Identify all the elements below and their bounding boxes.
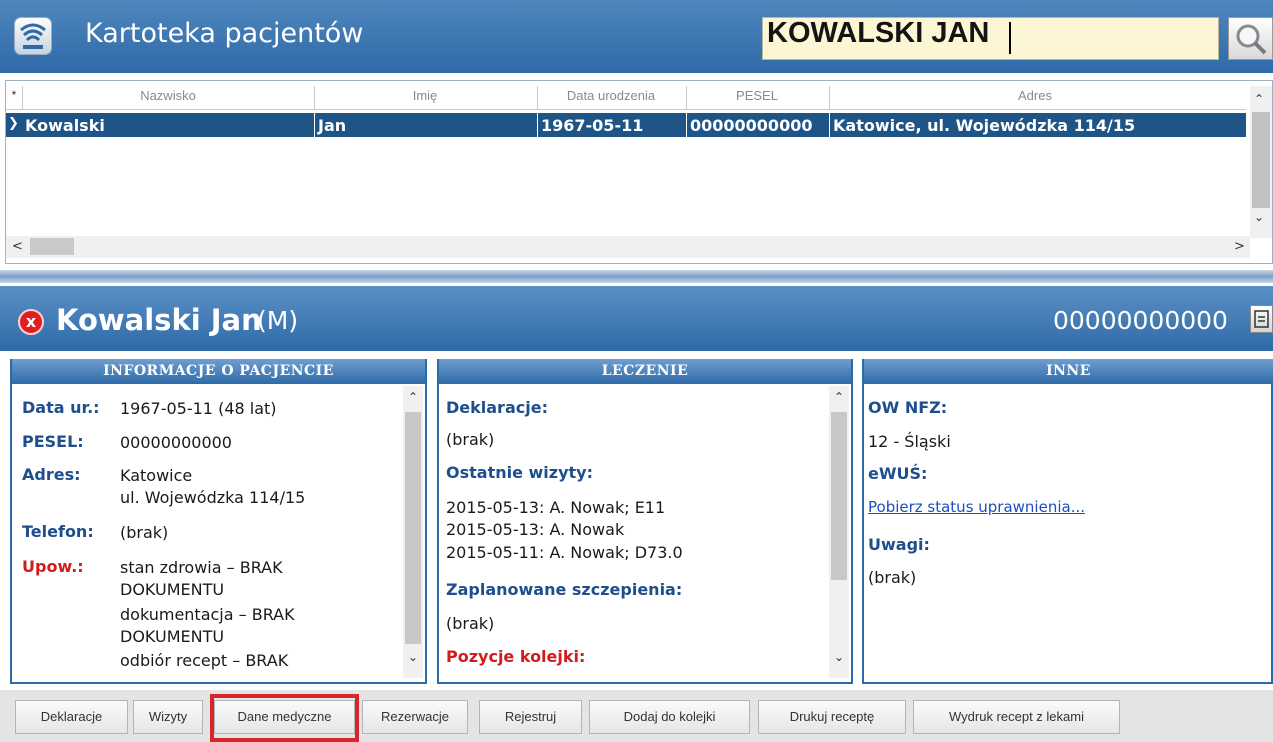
scroll-up-icon[interactable]: ⌃ xyxy=(408,390,418,404)
highlight-frame xyxy=(210,694,359,742)
nfz-label: OW NFZ: xyxy=(868,398,948,417)
text-caret xyxy=(1009,22,1011,54)
cell-divider xyxy=(314,113,315,137)
horizontal-scrollbar[interactable] xyxy=(6,236,1250,258)
splitter[interactable] xyxy=(0,270,1273,283)
authorization-line: DOKUMENTU xyxy=(120,627,225,646)
address-label: Adres: xyxy=(22,465,81,484)
search-button[interactable] xyxy=(1228,17,1273,60)
born-value: 1967-05-11 (48 lat) xyxy=(120,399,277,418)
born-label: Data ur.: xyxy=(22,398,100,417)
notes-value: (brak) xyxy=(868,568,917,587)
cell-divider xyxy=(686,113,687,137)
patient-sex: (M) xyxy=(257,306,299,335)
ewus-label: eWUŚ: xyxy=(868,464,928,483)
close-icon[interactable]: x xyxy=(18,309,44,335)
declarations-value: (brak) xyxy=(446,430,495,449)
visit-item: 2015-05-13: A. Nowak xyxy=(446,520,625,539)
pesel-value: 00000000000 xyxy=(120,433,232,452)
scrollbar-thumb[interactable] xyxy=(30,238,74,255)
authorization-label: Upow.: xyxy=(22,557,84,576)
pesel-label: PESEL: xyxy=(22,432,84,451)
notes-label: Uwagi: xyxy=(868,535,930,554)
scroll-up-icon[interactable]: ⌃ xyxy=(834,390,844,404)
cell-imie[interactable]: Jan xyxy=(318,116,346,135)
visits-button[interactable]: Wizyty xyxy=(133,700,203,734)
visits-label: Ostatnie wizyty: xyxy=(446,463,593,482)
scrollbar-thumb[interactable] xyxy=(1252,112,1270,208)
scrollbar-thumb[interactable] xyxy=(405,412,421,644)
cell-divider xyxy=(537,113,538,137)
scroll-up-icon[interactable]: ⌃ xyxy=(1254,92,1264,106)
address-line: ul. Wojewódzka 114/15 xyxy=(120,488,306,507)
nfz-value: 12 - Śląski xyxy=(868,432,951,451)
cell-adres[interactable]: Katowice, ul. Wojewódzka 114/15 xyxy=(833,116,1135,135)
register-button[interactable]: Rejestruj xyxy=(479,700,582,734)
visit-item: 2015-05-11: A. Nowak; D73.0 xyxy=(446,543,683,562)
cell-divider xyxy=(829,113,830,137)
page-title: Kartoteka pacjentów xyxy=(85,18,364,49)
queue-label: Pozycje kolejki: xyxy=(446,647,586,666)
declarations-label: Deklaracje: xyxy=(446,398,548,417)
authorization-line: dokumentacja – BRAK xyxy=(120,605,295,624)
column-header-pesel[interactable]: PESEL xyxy=(687,88,827,103)
cell-pesel[interactable]: 00000000000 xyxy=(690,116,812,135)
add-to-queue-button[interactable]: Dodaj do kolejki xyxy=(589,700,750,734)
panel-title: LECZENIE xyxy=(439,359,851,384)
declarations-button[interactable]: Deklaracje xyxy=(15,700,128,734)
scroll-left-icon[interactable]: < xyxy=(12,239,23,254)
panel-title: INFORMACJE O PACJENCIE xyxy=(12,359,425,384)
reservations-button[interactable]: Rezerwacje xyxy=(362,700,468,734)
scroll-right-icon[interactable]: > xyxy=(1234,239,1245,254)
panel-title: INNE xyxy=(864,359,1273,384)
column-header-adres[interactable]: Adres xyxy=(830,88,1240,103)
visit-item: 2015-05-13: A. Nowak; E11 xyxy=(446,498,666,517)
patient-name: Kowalski Jan xyxy=(56,303,262,337)
patient-pesel: 00000000000 xyxy=(1053,306,1228,335)
magnifier-icon xyxy=(1236,24,1267,55)
scroll-down-icon[interactable]: ⌄ xyxy=(408,650,418,664)
ewus-status-link[interactable]: Pobierz status uprawnienia... xyxy=(868,498,1085,516)
row-pointer-icon: ❯ xyxy=(8,116,19,131)
cell-data[interactable]: 1967-05-11 xyxy=(541,116,643,135)
card-index-icon xyxy=(14,17,52,55)
phone-value: (brak) xyxy=(120,523,169,542)
vaccinations-label: Zaplanowane szczepienia: xyxy=(446,580,683,599)
print-prescription-button[interactable]: Drukuj receptę xyxy=(758,700,906,734)
search-input-value[interactable]: KOWALSKI JAN xyxy=(767,17,989,50)
authorization-line: stan zdrowia – BRAK xyxy=(120,558,283,577)
authorization-line: DOKUMENTU xyxy=(120,580,225,599)
print-prescriptions-with-drugs-button[interactable]: Wydruk recept z lekami xyxy=(913,700,1120,734)
cell-nazwisko[interactable]: Kowalski xyxy=(25,116,105,135)
column-header-imie[interactable]: Imię xyxy=(315,88,535,103)
row-selector-header: * xyxy=(11,88,17,102)
scrollbar-thumb[interactable] xyxy=(831,412,847,580)
scroll-down-icon[interactable]: ⌄ xyxy=(1254,210,1264,224)
spin-icon[interactable] xyxy=(1250,305,1273,333)
column-header-data[interactable]: Data urodzenia xyxy=(538,88,684,103)
scroll-down-icon[interactable]: ⌄ xyxy=(834,650,844,664)
column-header-nazwisko[interactable]: Nazwisko xyxy=(23,88,313,103)
authorization-line: odbiór recept – BRAK xyxy=(120,651,289,670)
address-line: Katowice xyxy=(120,466,193,485)
vaccinations-value: (brak) xyxy=(446,614,495,633)
phone-label: Telefon: xyxy=(22,522,94,541)
